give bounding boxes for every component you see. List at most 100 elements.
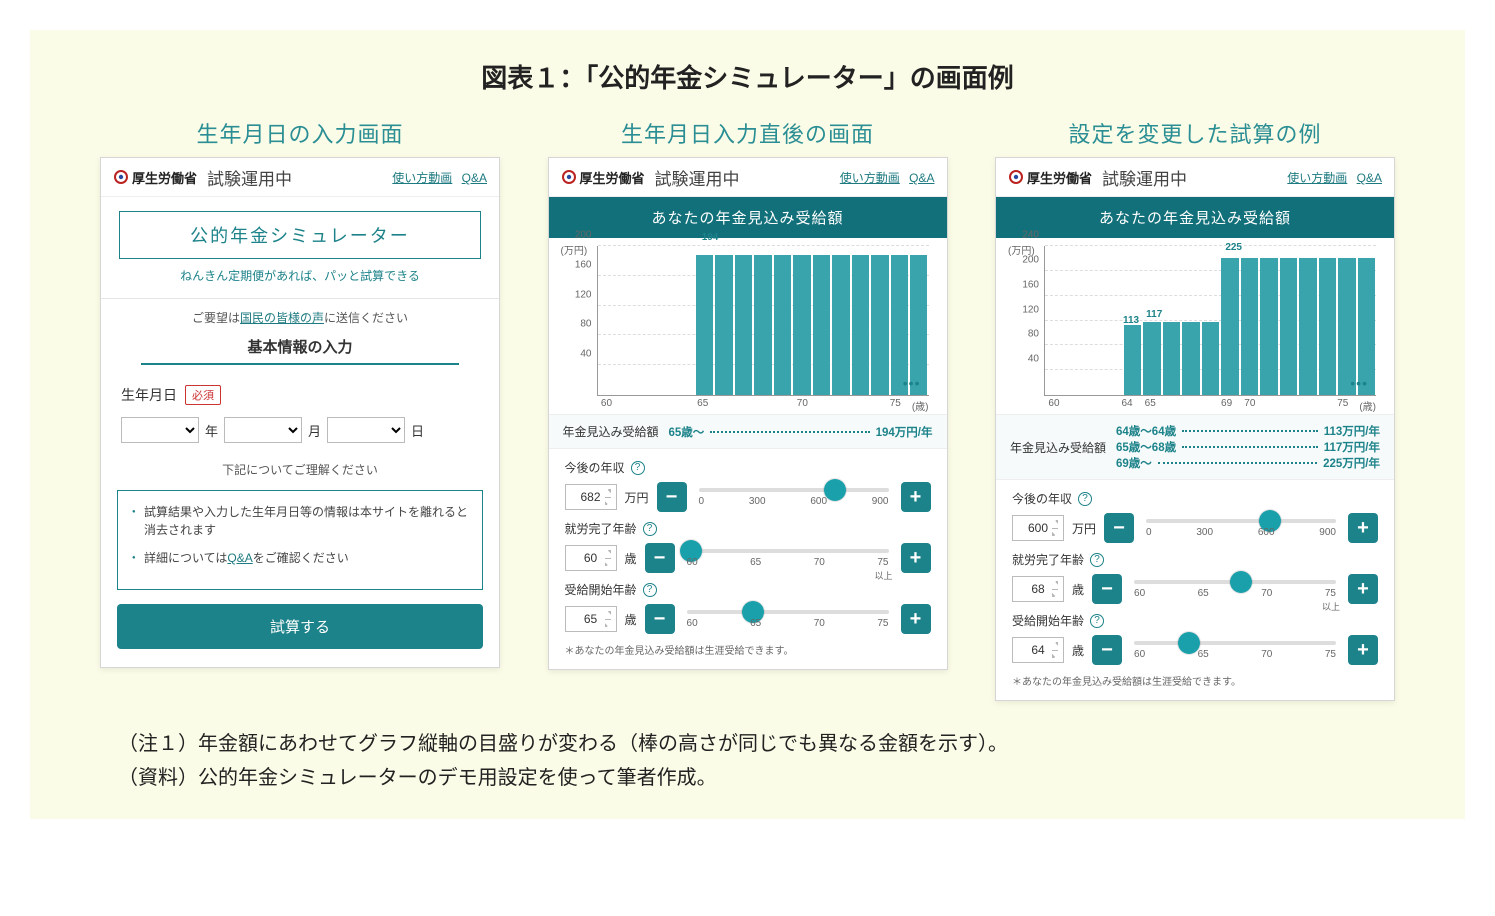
mhlw-logo-icon <box>113 169 129 185</box>
phone-mock-2: 厚生労働省 試験運用中 使い方動画 Q&A あなたの年金見込み受給額 (万円) <box>548 157 948 670</box>
mhlw-logo: 厚生労働省 <box>113 168 197 187</box>
mhlw-logo-icon <box>1008 169 1024 185</box>
plus-button[interactable]: + <box>901 543 931 573</box>
start-age-slider[interactable] <box>1134 641 1336 645</box>
plus-button[interactable]: + <box>901 482 931 512</box>
minus-button[interactable]: − <box>645 543 675 573</box>
mhlw-logo-icon <box>561 169 577 185</box>
help-icon[interactable]: ? <box>643 522 657 536</box>
chart-2-bars <box>598 246 929 395</box>
result-banner: あなたの年金見込み受給額 <box>996 197 1394 238</box>
work-end-value[interactable]: 60 <box>565 545 617 571</box>
more-icon[interactable]: ••• <box>903 375 921 391</box>
required-badge: 必須 <box>185 385 221 405</box>
help-icon[interactable]: ? <box>1078 492 1092 506</box>
panel-3: 設定を変更した試算の例 厚生労働省 試験運用中 使い方動画 Q&A <box>995 117 1395 701</box>
minus-button[interactable]: − <box>1092 574 1122 604</box>
panel-3-title: 設定を変更した試算の例 <box>995 117 1395 149</box>
estimate-row: 年金見込み受給額 64歳～64歳113万円/年 65歳～68歳117万円/年 6… <box>996 414 1394 480</box>
link-qa[interactable]: Q&A <box>909 171 934 185</box>
app-title-box: 公的年金シミュレーター <box>119 211 481 259</box>
dob-label-row: 生年月日 必須 <box>101 369 499 411</box>
work-end-slider[interactable] <box>687 549 889 553</box>
figure-title: 図表１：「公的年金シミュレーター」の画面例 <box>100 58 1395 95</box>
work-end-value[interactable]: 68 <box>1012 576 1064 602</box>
link-usage-video[interactable]: 使い方動画 <box>1287 171 1347 185</box>
income-slider[interactable] <box>1146 519 1336 523</box>
dob-month-select[interactable] <box>224 417 302 443</box>
phone-mock-1: 厚生労働省 試験運用中 使い方動画 Q&A 公的年金シミュレーター ねんきん定期… <box>100 157 500 668</box>
figure-notes: （注１）年金額にあわせてグラフ縦軸の目盛りが変わる（棒の高さが同じでも異なる金額… <box>100 727 1395 795</box>
plus-button[interactable]: + <box>1348 513 1378 543</box>
trial-label: 試験運用中 <box>1102 165 1187 190</box>
link-usage-video[interactable]: 使い方動画 <box>392 171 452 185</box>
plus-button[interactable]: + <box>1348 574 1378 604</box>
plus-button[interactable]: + <box>1348 635 1378 665</box>
app-header: 厚生労働省 試験運用中 使い方動画 Q&A <box>101 158 499 197</box>
slider-start-age: 受給開始年齢? 65 歳 − 60657075 + <box>549 575 947 636</box>
panel-2-title: 生年月日入力直後の画面 <box>548 117 948 149</box>
estimate-label: 年金見込み受給額 <box>563 423 659 440</box>
year-unit: 年 <box>205 421 218 440</box>
info-note-1: 試算結果や入力した生年月日等の情報は本サイトを離れると消去されます <box>132 503 468 539</box>
chart-footnote: ＊あなたの年金見込み受給額は生涯受給できます。 <box>996 667 1394 700</box>
plus-button[interactable]: + <box>901 604 931 634</box>
slider-start-age: 受給開始年齢? 64 歳 − 60657075 + <box>996 606 1394 667</box>
result-banner: あなたの年金見込み受給額 <box>549 197 947 238</box>
slider-work-end: 就労完了年齢? 60 歳 − 60657075以上 + <box>549 514 947 575</box>
understand-note: 下記についてご理解ください <box>101 461 499 478</box>
mhlw-logo: 厚生労働省 <box>1008 168 1092 187</box>
info-note-2: 詳細についてはQ&Aをご確認ください <box>132 549 468 567</box>
dob-label: 生年月日 <box>121 385 177 405</box>
chart-x-unit: (歳) <box>1359 398 1376 413</box>
estimate-row: 年金見込み受給額 65歳～ 194万円/年 <box>549 414 947 449</box>
calculate-button[interactable]: 試算する <box>117 604 483 649</box>
link-qa[interactable]: Q&A <box>462 171 487 185</box>
month-unit: 月 <box>308 421 321 440</box>
day-unit: 日 <box>411 421 424 440</box>
panel-2: 生年月日入力直後の画面 厚生労働省 試験運用中 使い方動画 Q&A <box>548 117 948 701</box>
trial-label: 試験運用中 <box>655 165 740 190</box>
note-1: （注１）年金額にあわせてグラフ縦軸の目盛りが変わる（棒の高さが同じでも異なる金額… <box>118 727 1395 761</box>
income-value[interactable]: 682 <box>565 484 617 510</box>
feedback-link[interactable]: 国民の皆様の声 <box>240 311 324 325</box>
trial-label: 試験運用中 <box>207 165 292 190</box>
app-header: 厚生労働省 試験運用中 使い方動画 Q&A <box>549 158 947 197</box>
minus-button[interactable]: − <box>645 604 675 634</box>
dob-day-select[interactable] <box>327 417 405 443</box>
help-icon[interactable]: ? <box>1090 553 1104 567</box>
link-qa[interactable]: Q&A <box>1357 171 1382 185</box>
income-value[interactable]: 600 <box>1012 515 1064 541</box>
start-age-value[interactable]: 65 <box>565 606 617 632</box>
panels-row: 生年月日の入力画面 厚生労働省 試験運用中 使い方動画 Q&A <box>100 117 1395 701</box>
income-slider[interactable] <box>699 488 889 492</box>
section-heading: 基本情報の入力 <box>141 336 459 365</box>
start-age-value[interactable]: 64 <box>1012 637 1064 663</box>
chart-3-bars <box>1045 246 1376 395</box>
minus-button[interactable]: − <box>1104 513 1134 543</box>
slider-income: 今後の年収? 600 万円 − 0300600900 + <box>996 480 1394 545</box>
estimate-label: 年金見込み受給額 <box>1010 439 1106 456</box>
more-icon[interactable]: ••• <box>1350 375 1368 391</box>
chart-footnote: ＊あなたの年金見込み受給額は生涯受給できます。 <box>549 636 947 669</box>
chart-3: (万円) 4080 120160 200240 113 117 225 <box>996 238 1394 414</box>
info-qa-link[interactable]: Q&A <box>227 551 252 565</box>
minus-button[interactable]: − <box>1092 635 1122 665</box>
work-end-slider[interactable] <box>1134 580 1336 584</box>
slider-work-end: 就労完了年齢? 68 歳 − 60657075以上 + <box>996 545 1394 606</box>
minus-button[interactable]: − <box>657 482 687 512</box>
help-icon[interactable]: ? <box>643 583 657 597</box>
link-usage-video[interactable]: 使い方動画 <box>840 171 900 185</box>
panel-1: 生年月日の入力画面 厚生労働省 試験運用中 使い方動画 Q&A <box>100 117 500 701</box>
app-tagline: ねんきん定期便があれば、パッと試算できる <box>101 267 499 284</box>
header-links: 使い方動画 Q&A <box>834 169 935 186</box>
help-icon[interactable]: ? <box>1090 614 1104 628</box>
app-header: 厚生労働省 試験運用中 使い方動画 Q&A <box>996 158 1394 197</box>
panel-1-title: 生年月日の入力画面 <box>100 117 500 149</box>
slider-income: 今後の年収? 682 万円 − 0300600900 + <box>549 449 947 514</box>
info-box: 試算結果や入力した生年月日等の情報は本サイトを離れると消去されます 詳細について… <box>117 490 483 590</box>
help-icon[interactable]: ? <box>631 461 645 475</box>
dob-year-select[interactable] <box>121 417 199 443</box>
start-age-slider[interactable] <box>687 610 889 614</box>
header-links: 使い方動画 Q&A <box>1281 169 1382 186</box>
